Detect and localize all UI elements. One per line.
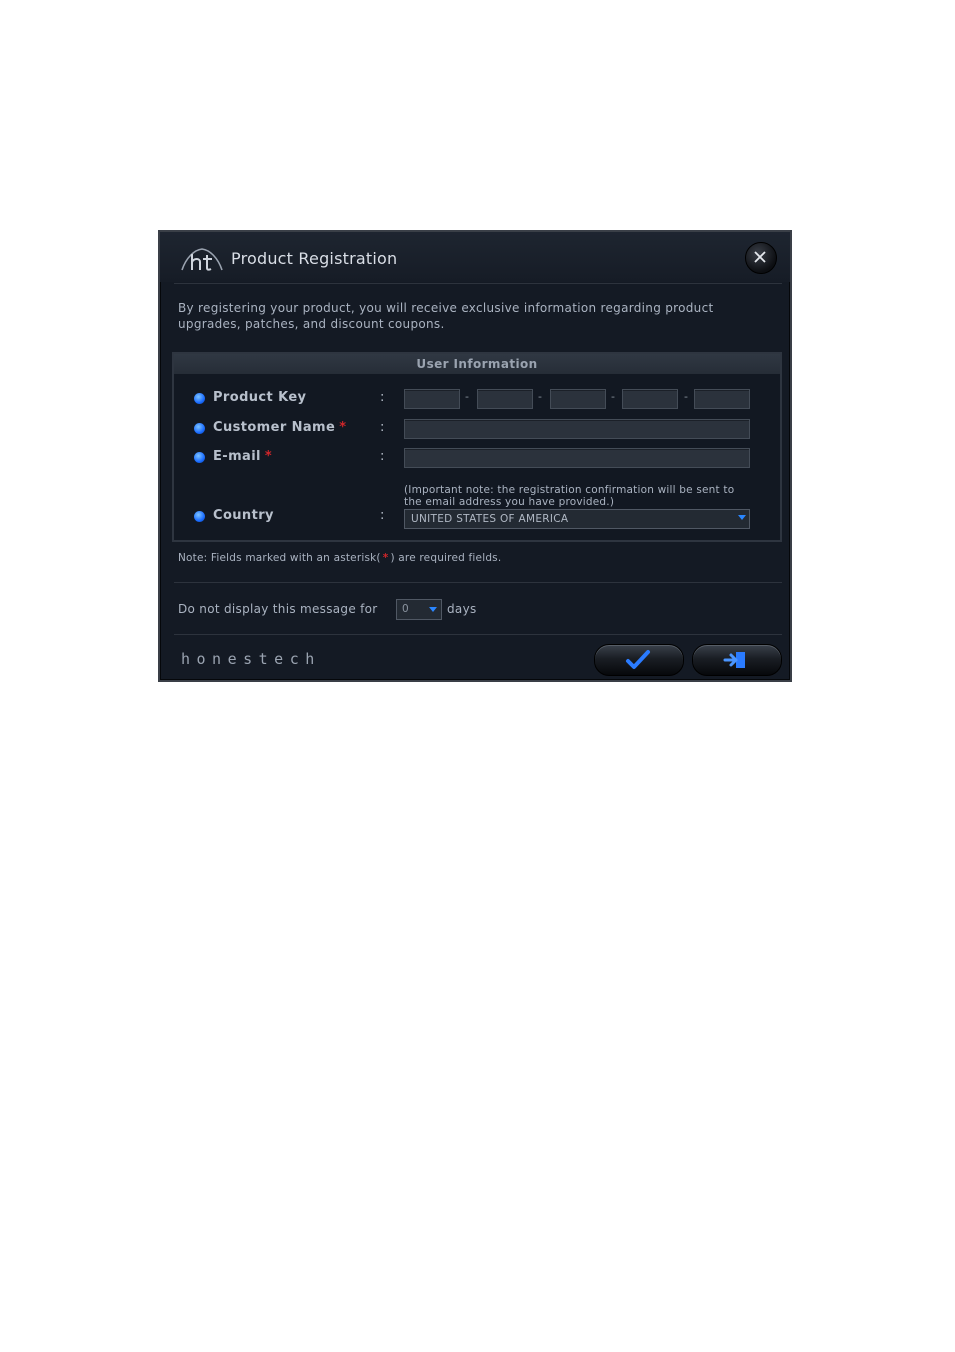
colon: :	[380, 390, 385, 405]
brand-logo: honestech	[181, 650, 321, 668]
colon: :	[380, 420, 385, 435]
product-registration-dialog: Product Registration By registering your…	[158, 230, 792, 682]
product-key-separator: -	[465, 390, 469, 403]
email-input[interactable]	[404, 448, 750, 468]
ht-logo-icon	[181, 248, 223, 271]
product-key-field-1[interactable]	[404, 389, 460, 409]
days-label: days	[447, 602, 477, 616]
product-key-field-3[interactable]	[550, 389, 606, 409]
exit-icon	[723, 652, 745, 668]
product-key-label: Product Key	[213, 390, 307, 405]
email-important-note: (Important note: the registration confir…	[404, 484, 735, 508]
days-select[interactable]: 0	[396, 599, 442, 620]
chevron-down-icon	[738, 515, 746, 520]
required-asterisk: *	[264, 449, 273, 464]
days-selected-value: 0	[402, 603, 409, 615]
divider	[174, 634, 782, 635]
intro-text: By registering your product, you will re…	[178, 301, 714, 331]
checkmark-icon	[626, 650, 650, 669]
bullet-icon	[194, 511, 205, 522]
product-key-field-4[interactable]	[622, 389, 678, 409]
close-icon	[754, 251, 766, 263]
required-asterisk: *	[382, 552, 389, 564]
required-asterisk: *	[339, 420, 347, 435]
product-key-separator: -	[684, 390, 688, 403]
close-button[interactable]	[745, 242, 777, 274]
dont-display-label: Do not display this message for	[178, 602, 378, 616]
country-label: Country	[213, 508, 274, 523]
chevron-down-icon	[429, 607, 437, 612]
product-key-row: Product Key : - - - -	[174, 388, 780, 410]
product-key-separator: -	[611, 390, 615, 403]
product-key-field-2[interactable]	[477, 389, 533, 409]
bullet-icon	[194, 423, 205, 434]
bullet-icon	[194, 452, 205, 463]
exit-button[interactable]	[692, 644, 782, 676]
panel-header: User Information	[174, 354, 780, 374]
window-title: Product Registration	[231, 249, 398, 268]
product-key-field-5[interactable]	[694, 389, 750, 409]
product-key-separator: -	[538, 390, 542, 403]
bullet-icon	[194, 393, 205, 404]
customer-name-input[interactable]	[404, 419, 750, 439]
country-selected-value: UNITED STATES OF AMERICA	[411, 513, 569, 525]
required-fields-note: Note: Fields marked with an asterisk(*) …	[178, 552, 502, 564]
email-row: E-mail * :	[174, 447, 780, 469]
divider	[174, 582, 782, 583]
ok-button[interactable]	[594, 644, 684, 676]
user-information-panel: User Information Product Key : - - - - C…	[172, 352, 782, 542]
title-bar[interactable]: Product Registration	[160, 232, 790, 282]
customer-name-label: Customer Name *	[213, 420, 347, 435]
divider	[174, 283, 782, 284]
colon: :	[380, 449, 385, 464]
customer-name-row: Customer Name * :	[174, 418, 780, 440]
country-select[interactable]: UNITED STATES OF AMERICA	[404, 509, 750, 529]
colon: :	[380, 508, 385, 523]
email-label: E-mail *	[213, 449, 273, 464]
